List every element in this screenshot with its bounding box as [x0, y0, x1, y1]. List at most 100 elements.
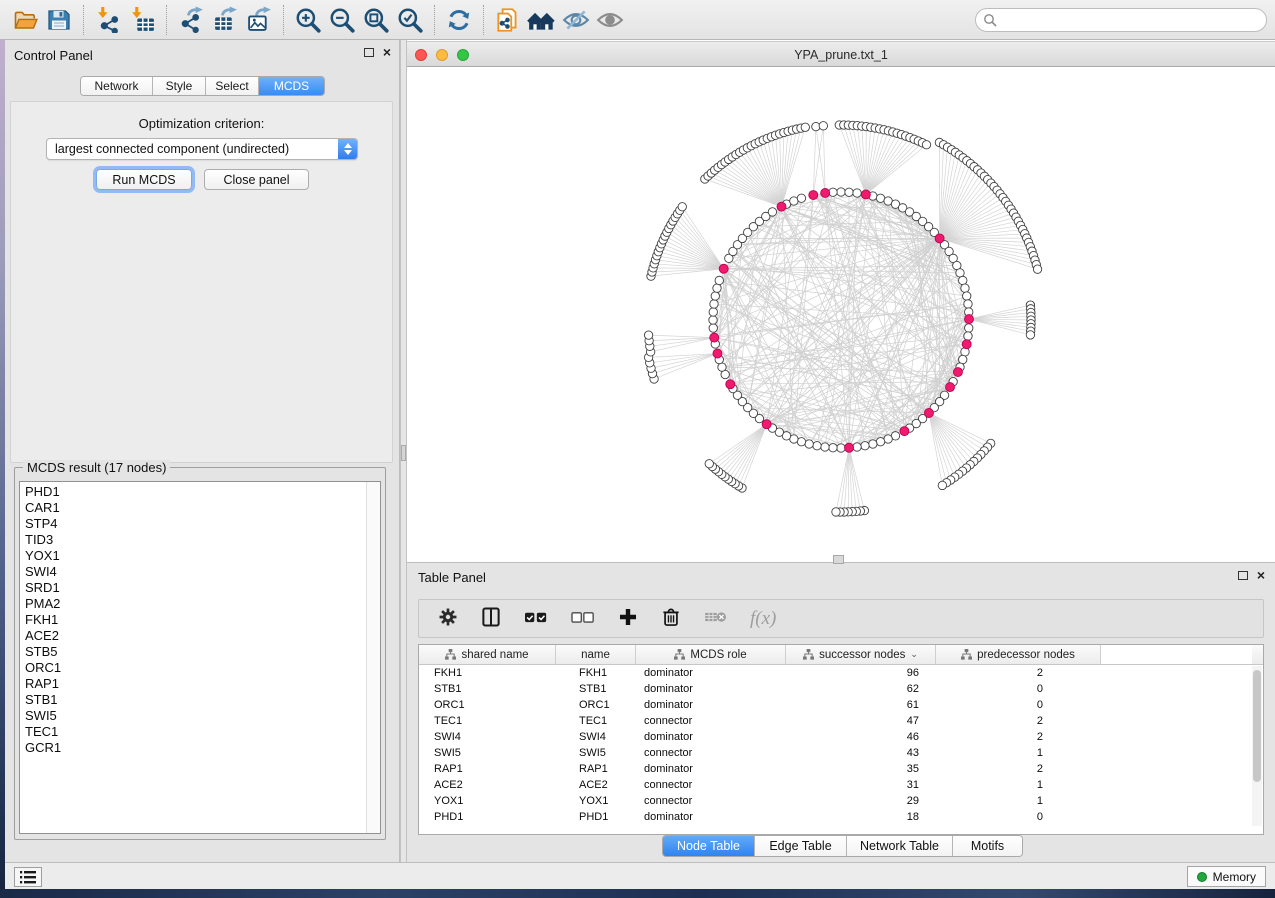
cell: PHD1	[556, 809, 636, 825]
column-header-successor-nodes[interactable]: successor nodes⌄	[786, 645, 936, 664]
tab-node-table[interactable]: Node Table	[663, 836, 755, 856]
mcds-result-item[interactable]: FKH1	[25, 612, 366, 628]
table-row[interactable]: ORC1ORC1dominator610	[419, 697, 1263, 713]
table-row[interactable]: TEC1TEC1connector472	[419, 713, 1263, 729]
horizontal-splitter-grip[interactable]	[833, 555, 844, 564]
tab-edge-table[interactable]: Edge Table	[755, 836, 847, 856]
table-row[interactable]: FKH1FKH1dominator962	[419, 665, 1263, 681]
float-table-panel-icon[interactable]	[1238, 571, 1248, 580]
settings-gear-icon[interactable]	[437, 606, 459, 631]
mcds-result-item[interactable]: GCR1	[25, 740, 366, 756]
mcds-result-item[interactable]: PMA2	[25, 596, 366, 612]
mcds-result-item[interactable]: STB1	[25, 692, 366, 708]
network-overview-icon[interactable]	[525, 4, 559, 36]
mcds-result-item[interactable]: RAP1	[25, 676, 366, 692]
clone-network-icon[interactable]	[491, 4, 525, 36]
tab-mcds[interactable]: MCDS	[259, 77, 324, 95]
open-folder-icon[interactable]	[8, 4, 42, 36]
zoom-in-icon[interactable]	[291, 4, 325, 36]
table-row[interactable]: RAP1RAP1dominator352	[419, 761, 1263, 777]
table-row[interactable]: SWI4SWI4dominator462	[419, 729, 1263, 745]
close-panel-button[interactable]: Close panel	[204, 169, 309, 190]
zoom-fit-icon[interactable]	[359, 4, 393, 36]
deselect-all-icon[interactable]	[570, 606, 596, 631]
show-columns-icon[interactable]	[480, 606, 502, 631]
column-header-predecessor-nodes[interactable]: predecessor nodes	[936, 645, 1101, 664]
mcds-result-item[interactable]: ORC1	[25, 660, 366, 676]
save-icon[interactable]	[42, 4, 76, 36]
main-toolbar	[0, 0, 1275, 40]
network-window-titlebar[interactable]: YPA_prune.txt_1	[407, 41, 1275, 67]
splitter-grip[interactable]	[401, 445, 406, 461]
task-history-button[interactable]	[14, 867, 42, 887]
mcds-result-item[interactable]: SWI5	[25, 708, 366, 724]
optimization-criterion-select[interactable]: largest connected component (undirected)	[46, 138, 358, 160]
mcds-result-item[interactable]: STB5	[25, 644, 366, 660]
mcds-result-item[interactable]: TID3	[25, 532, 366, 548]
cell: 96	[786, 665, 936, 681]
export-table-icon[interactable]	[208, 4, 242, 36]
table-row[interactable]: ACE2ACE2connector311	[419, 777, 1263, 793]
search-input[interactable]	[975, 8, 1267, 32]
mcds-result-item[interactable]: CAR1	[25, 500, 366, 516]
network-canvas[interactable]	[407, 67, 1275, 562]
memory-status-icon	[1197, 872, 1207, 882]
memory-button[interactable]: Memory	[1187, 866, 1266, 887]
column-header-MCDS-role[interactable]: MCDS role	[636, 645, 786, 664]
float-panel-icon[interactable]	[364, 48, 374, 57]
zoom-out-icon[interactable]	[325, 4, 359, 36]
cell: dominator	[636, 681, 786, 697]
cell: 1	[936, 777, 1101, 793]
cell: 61	[786, 697, 936, 713]
cell: SWI5	[556, 745, 636, 761]
table-row[interactable]: STB1STB1dominator620	[419, 681, 1263, 697]
table-header[interactable]: shared namenameMCDS rolesuccessor nodes⌄…	[419, 645, 1263, 665]
column-header-name[interactable]: name	[556, 645, 636, 664]
cell: 1	[936, 745, 1101, 761]
cell: YOX1	[556, 793, 636, 809]
mcds-result-list[interactable]: PHD1CAR1STP4TID3YOX1SWI4SRD1PMA2FKH1ACE2…	[19, 481, 381, 834]
table-row[interactable]: PHD1PHD1dominator180	[419, 809, 1263, 825]
mcds-result-item[interactable]: SRD1	[25, 580, 366, 596]
import-network-icon[interactable]	[91, 4, 125, 36]
cell: connector	[636, 777, 786, 793]
mcds-result-item[interactable]: STP4	[25, 516, 366, 532]
import-table-icon[interactable]	[125, 4, 159, 36]
show-details-icon[interactable]	[593, 4, 627, 36]
export-network-icon[interactable]	[174, 4, 208, 36]
zoom-selected-icon[interactable]	[393, 4, 427, 36]
tab-network[interactable]: Network	[81, 77, 153, 95]
apply-layout-icon[interactable]	[442, 4, 476, 36]
toolbar-separator	[83, 5, 84, 35]
table-tabs: Node TableEdge TableNetwork TableMotifs	[662, 835, 1023, 857]
tab-motifs[interactable]: Motifs	[953, 836, 1022, 856]
tab-select[interactable]: Select	[206, 77, 259, 95]
add-row-icon[interactable]	[617, 606, 639, 631]
export-image-icon[interactable]	[242, 4, 276, 36]
delete-row-icon[interactable]	[660, 606, 682, 631]
cell: 62	[786, 681, 936, 697]
list-scrollbar[interactable]	[366, 482, 380, 833]
cell: RAP1	[419, 761, 556, 777]
mcds-panel: Optimization criterion: largest connecte…	[10, 101, 393, 463]
tab-network-table[interactable]: Network Table	[847, 836, 953, 856]
table-scrollbar-thumb[interactable]	[1253, 670, 1261, 782]
select-all-icon[interactable]	[523, 606, 549, 631]
mcds-result-item[interactable]: ACE2	[25, 628, 366, 644]
close-panel-icon[interactable]: ×	[383, 47, 391, 57]
mcds-result-item[interactable]: PHD1	[25, 484, 366, 500]
table-row[interactable]: YOX1YOX1connector291	[419, 793, 1263, 809]
cell: SWI4	[419, 729, 556, 745]
close-table-panel-icon[interactable]: ×	[1257, 570, 1265, 580]
cell: ACE2	[419, 777, 556, 793]
mcds-result-item[interactable]: TEC1	[25, 724, 366, 740]
hide-details-icon[interactable]	[559, 4, 593, 36]
column-header-shared-name[interactable]: shared name	[419, 645, 556, 664]
table-row[interactable]: SWI5SWI5connector431	[419, 745, 1263, 761]
mcds-result-item[interactable]: SWI4	[25, 564, 366, 580]
tab-style[interactable]: Style	[153, 77, 206, 95]
vertical-splitter[interactable]	[400, 40, 407, 862]
mcds-result-item[interactable]: YOX1	[25, 548, 366, 564]
table-scrollbar[interactable]	[1252, 666, 1262, 826]
run-mcds-button[interactable]: Run MCDS	[96, 169, 192, 190]
